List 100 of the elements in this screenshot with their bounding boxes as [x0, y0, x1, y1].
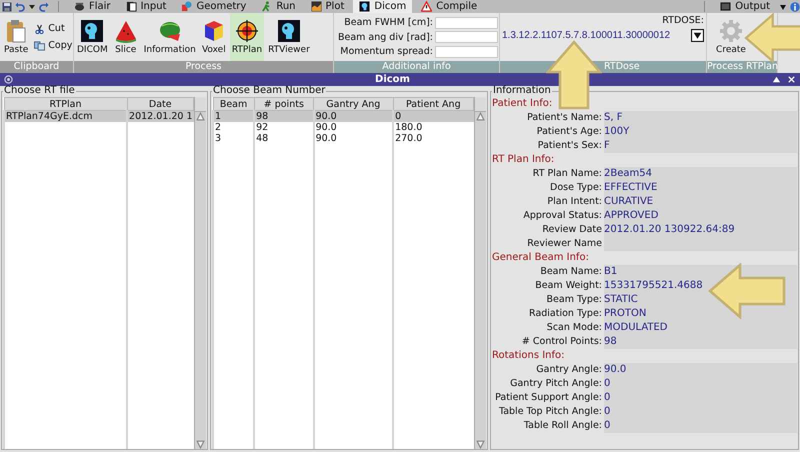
ribbon-button[interactable]: RTViewer — [266, 13, 312, 61]
info-value: 90.0 — [604, 363, 797, 377]
table-cell: 90.0 — [314, 133, 394, 144]
close-icon[interactable] — [787, 75, 796, 84]
ribbon-button[interactable]: Information — [142, 13, 198, 61]
undo-icon[interactable] — [15, 2, 25, 12]
ribbon-button[interactable]: DICOM — [75, 13, 110, 61]
tab[interactable]: Dicom — [353, 0, 412, 13]
tab[interactable]: Flair — [68, 0, 117, 13]
scroll-down-icon[interactable] — [196, 440, 205, 449]
input-field[interactable] — [435, 31, 498, 43]
paste-button[interactable]: Paste — [2, 13, 30, 61]
scrollbar[interactable] — [194, 97, 206, 449]
section-title: Rotations Info: — [492, 349, 566, 363]
info-value: 2012.01.20 130922.64:89 — [604, 223, 797, 237]
info-label: # Control Points: — [520, 335, 603, 349]
info-label: Gantry Angle: — [535, 363, 603, 377]
table-row[interactable]: 1 98 90.0 0 — [213, 110, 474, 122]
maximize-icon[interactable] — [772, 75, 781, 84]
info-label: Beam Type: — [546, 293, 603, 307]
info-value: S, F — [604, 111, 797, 125]
gear-icon — [719, 19, 743, 43]
field-label: Beam FWHM [cm]: — [344, 17, 433, 28]
table-cell: 2 — [213, 122, 254, 133]
table-cell: 98 — [254, 110, 314, 122]
input-field[interactable] — [435, 16, 498, 28]
create-button[interactable]: Create — [714, 13, 748, 61]
info-label: Dose Type: — [549, 181, 603, 195]
info-label: RT Plan Name: — [532, 167, 603, 181]
tab[interactable]: Geometry — [175, 0, 252, 13]
panel-title: Choose Beam Number — [212, 86, 326, 96]
column-header[interactable]: # points — [254, 98, 314, 110]
info-value: 0 — [604, 419, 797, 433]
table-cell: 3 — [213, 133, 254, 144]
ribbon-button[interactable]: Slice — [112, 13, 140, 61]
section-title: RT Plan Info: — [492, 153, 556, 167]
info-value: MODULATED — [604, 321, 797, 335]
tab[interactable]: Input — [120, 0, 172, 13]
table-cell: RTPlan74GyE.dcm — [4, 110, 128, 122]
column-header[interactable]: RTPlan — [4, 98, 128, 110]
save-icon[interactable] — [2, 2, 12, 12]
table-cell: 90.0 — [314, 122, 394, 133]
info-icon[interactable] — [790, 2, 800, 12]
cut-button[interactable]: Cut — [34, 23, 72, 34]
tab[interactable]: Run — [255, 0, 302, 13]
group-label: Process — [74, 61, 333, 73]
info-value: 2Beam54 — [604, 167, 797, 181]
skull-icon — [80, 19, 104, 43]
chart-icon — [310, 1, 322, 12]
info-value: PROTON — [604, 307, 797, 321]
callout-arrow — [744, 13, 800, 63]
info-label: Plan Intent: — [546, 195, 603, 209]
input-field[interactable] — [435, 46, 498, 58]
field-label: Momentum spread: — [340, 46, 433, 57]
dropdown-icon[interactable] — [691, 28, 704, 42]
table-row[interactable]: RTPlan74GyE.dcm 2012.01.20 1 — [4, 110, 194, 122]
window-title: Dicom — [374, 73, 411, 86]
redo-icon[interactable] — [39, 2, 49, 12]
info-value: F — [604, 139, 797, 153]
info-value: 0 — [604, 377, 797, 391]
info-value: 98 — [604, 335, 797, 349]
group-label: Additional info — [334, 61, 499, 73]
info-label: Radiation Type: — [528, 307, 603, 321]
dropdown-field[interactable]: 1.3.12.2.1107.5.7.8.100011.30000012 — [502, 28, 704, 42]
info-label: Approval Status: — [522, 209, 603, 223]
column-header[interactable]: Date — [127, 98, 194, 110]
column-header[interactable]: Gantry Ang — [314, 98, 394, 110]
clipboard-icon — [4, 19, 28, 43]
field-label: Beam ang div [rad]: — [338, 32, 433, 42]
info-value: B1 — [604, 265, 797, 279]
info-value: EFFECTIVE — [604, 181, 797, 195]
target-icon — [234, 19, 259, 43]
ribbon-button[interactable]: Voxel — [200, 13, 228, 61]
column-header[interactable]: Beam — [213, 98, 254, 110]
info-value: 0 — [604, 405, 797, 419]
tab[interactable]: Compile — [415, 0, 484, 13]
group-label: Process RTPlan — [707, 61, 777, 73]
shapes-icon — [181, 1, 192, 12]
panel-title: Choose RT file — [3, 86, 76, 96]
copy-button[interactable]: Copy — [34, 40, 72, 51]
group-label: Clipboard — [0, 61, 73, 73]
dropdown-icon[interactable] — [779, 2, 787, 10]
ribbon-button[interactable]: RTPlan — [230, 13, 264, 61]
runner-icon — [261, 1, 272, 12]
tab[interactable]: Plot — [304, 0, 350, 13]
info-value: 100Y — [604, 125, 797, 139]
scroll-down-icon[interactable] — [476, 440, 485, 449]
window-menu-icon[interactable] — [4, 75, 13, 84]
info-label: Beam Weight: — [534, 279, 603, 293]
column-header[interactable]: Patient Ang — [393, 98, 474, 110]
dropdown-icon[interactable] — [28, 2, 36, 10]
output-tab[interactable]: Output — [714, 0, 776, 13]
table-cell: 0 — [393, 110, 474, 122]
cards-icon — [126, 1, 137, 12]
info-label: Scan Mode: — [546, 321, 603, 335]
melon-slice-icon — [114, 19, 138, 43]
monitor-icon — [720, 1, 732, 12]
scrollbar[interactable] — [474, 97, 486, 449]
info-label: Beam Name: — [539, 265, 603, 279]
info-label: Review Date — [541, 223, 603, 237]
